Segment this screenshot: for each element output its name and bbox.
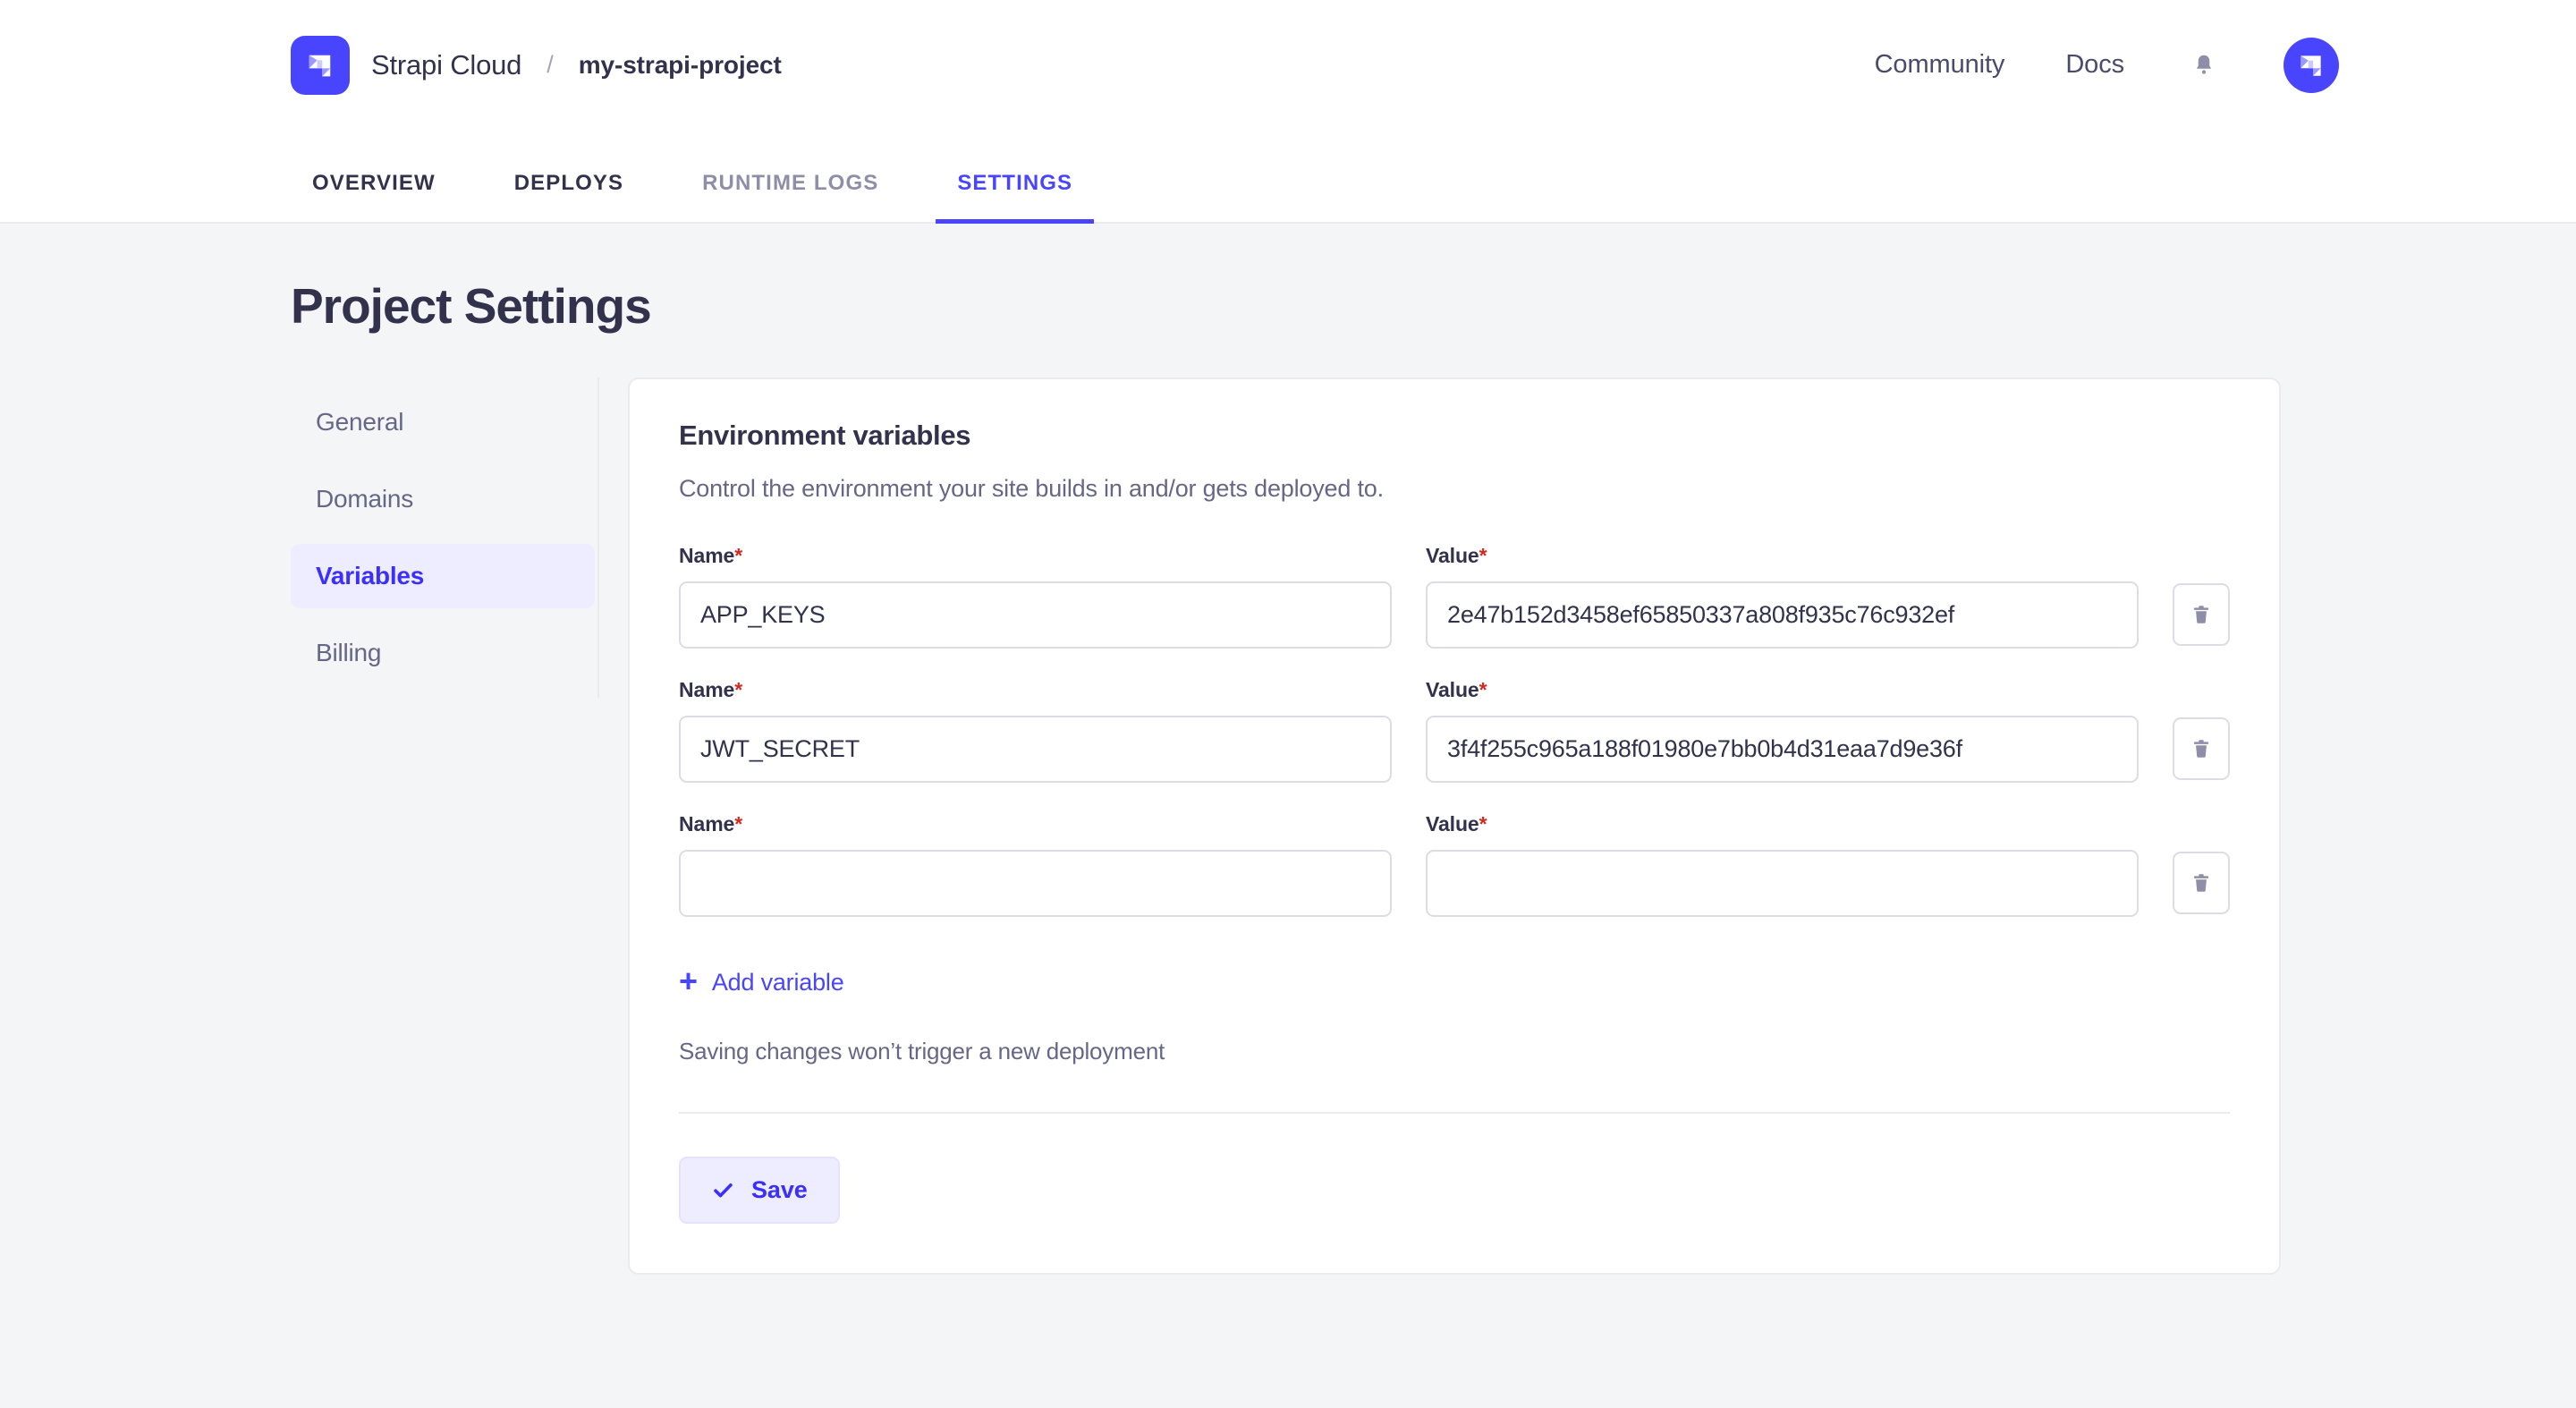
- settings-sidebar: General Domains Variables Billing: [291, 377, 599, 698]
- settings-layout: General Domains Variables Billing Enviro…: [0, 377, 2576, 1275]
- name-label: Name*: [679, 812, 1392, 836]
- save-button-label: Save: [751, 1176, 808, 1204]
- required-asterisk: *: [1479, 678, 1487, 701]
- required-asterisk: *: [734, 544, 742, 567]
- trash-icon: [2190, 737, 2213, 760]
- save-button[interactable]: Save: [679, 1157, 840, 1224]
- page-content: Project Settings General Domains Variabl…: [0, 224, 2576, 1275]
- plus-icon: +: [679, 965, 698, 997]
- name-label-text: Name: [679, 544, 734, 567]
- brand-name[interactable]: Strapi Cloud: [371, 49, 521, 81]
- nav-link-docs[interactable]: Docs: [2065, 50, 2124, 80]
- name-label-text: Name: [679, 678, 734, 701]
- delete-variable-button[interactable]: [2173, 717, 2230, 780]
- value-input[interactable]: [1426, 850, 2139, 917]
- delete-variable-button[interactable]: [2173, 583, 2230, 646]
- name-label: Name*: [679, 544, 1392, 568]
- delete-variable-button[interactable]: [2173, 852, 2230, 914]
- value-field-group: Value*: [1426, 678, 2139, 783]
- environment-variables-card: Environment variables Control the enviro…: [628, 377, 2281, 1275]
- tab-runtime-logs[interactable]: RUNTIME LOGS: [681, 171, 900, 224]
- required-asterisk: *: [1479, 812, 1487, 835]
- card-title: Environment variables: [679, 420, 2230, 452]
- name-label: Name*: [679, 678, 1392, 702]
- value-label: Value*: [1426, 544, 2139, 568]
- required-asterisk: *: [1479, 544, 1487, 567]
- name-input[interactable]: [679, 716, 1392, 783]
- value-field-group: Value*: [1426, 544, 2139, 649]
- project-tabs: OVERVIEW DEPLOYS RUNTIME LOGS SETTINGS: [0, 130, 2576, 224]
- bell-icon: [2190, 52, 2217, 79]
- value-field-group: Value*: [1426, 812, 2139, 917]
- project-name[interactable]: my-strapi-project: [579, 51, 782, 80]
- top-navigation-bar: Strapi Cloud / my-strapi-project Communi…: [0, 0, 2576, 130]
- table-row: Name* Value*: [679, 544, 2230, 649]
- tab-deploys[interactable]: DEPLOYS: [493, 171, 645, 224]
- name-field-group: Name*: [679, 678, 1392, 783]
- breadcrumb-separator: /: [543, 51, 557, 79]
- trash-icon: [2190, 603, 2213, 626]
- page-title: Project Settings: [291, 277, 2576, 335]
- avatar[interactable]: [2284, 38, 2339, 93]
- value-label-text: Value: [1426, 678, 1479, 701]
- required-asterisk: *: [734, 812, 742, 835]
- sidebar-item-variables[interactable]: Variables: [291, 544, 595, 608]
- value-input[interactable]: [1426, 581, 2139, 649]
- add-variable-label: Add variable: [712, 969, 844, 997]
- value-input[interactable]: [1426, 716, 2139, 783]
- required-asterisk: *: [734, 678, 742, 701]
- save-hint-text: Saving changes won’t trigger a new deplo…: [679, 1038, 2230, 1065]
- header-actions: Community Docs: [1875, 38, 2339, 93]
- name-label-text: Name: [679, 812, 734, 835]
- trash-icon: [2190, 871, 2213, 895]
- name-input[interactable]: [679, 850, 1392, 917]
- value-label-text: Value: [1426, 544, 1479, 567]
- value-label-text: Value: [1426, 812, 1479, 835]
- value-label: Value*: [1426, 678, 2139, 702]
- add-variable-button[interactable]: + Add variable: [679, 946, 844, 1004]
- name-input[interactable]: [679, 581, 1392, 649]
- table-row: Name* Value*: [679, 678, 2230, 783]
- name-field-group: Name*: [679, 812, 1392, 917]
- sidebar-item-billing[interactable]: Billing: [291, 621, 595, 685]
- tab-overview[interactable]: OVERVIEW: [291, 171, 457, 224]
- sidebar-item-general[interactable]: General: [291, 390, 595, 454]
- notifications-button[interactable]: [2185, 47, 2223, 84]
- tab-settings[interactable]: SETTINGS: [936, 171, 1094, 224]
- table-row: Name* Value*: [679, 812, 2230, 917]
- sidebar-item-domains[interactable]: Domains: [291, 467, 595, 531]
- card-divider: [679, 1112, 2230, 1114]
- card-subtitle: Control the environment your site builds…: [679, 475, 2230, 503]
- value-label: Value*: [1426, 812, 2139, 836]
- breadcrumb: Strapi Cloud / my-strapi-project: [291, 36, 782, 95]
- strapi-logo-icon[interactable]: [291, 36, 350, 95]
- nav-link-community[interactable]: Community: [1875, 50, 2005, 80]
- name-field-group: Name*: [679, 544, 1392, 649]
- check-icon: [711, 1178, 735, 1202]
